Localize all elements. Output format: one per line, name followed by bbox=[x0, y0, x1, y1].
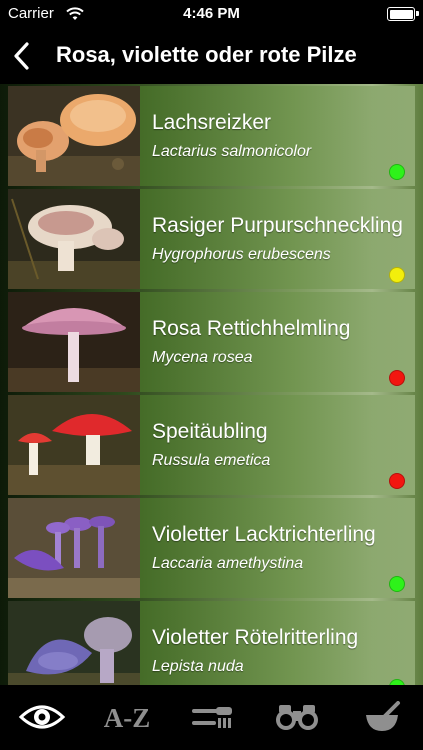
back-button[interactable] bbox=[8, 40, 38, 72]
list-item[interactable]: Speitäubling Russula emetica bbox=[8, 395, 415, 495]
latin-name: Lepista nuda bbox=[152, 658, 244, 675]
tab-bar: A-Z bbox=[0, 685, 423, 750]
mushroom-name: Rasiger Purpurschneckling bbox=[152, 214, 403, 237]
cutlery-icon bbox=[192, 707, 232, 728]
tab-observation[interactable] bbox=[262, 685, 332, 750]
tab-edibility[interactable] bbox=[177, 685, 247, 750]
mushroom-photo bbox=[8, 86, 140, 186]
tab-a-z[interactable]: A-Z bbox=[92, 685, 162, 750]
latin-name: Russula emetica bbox=[152, 452, 271, 469]
status-bar: Carrier 4:46 PM bbox=[0, 0, 423, 28]
latin-name: Mycena rosea bbox=[152, 349, 253, 366]
mushroom-list[interactable]: Lachsreizker Lactarius salmonicolor Rasi… bbox=[0, 84, 423, 685]
chevron-left-icon bbox=[14, 42, 29, 70]
mushroom-name: Violetter Rötelritterling bbox=[152, 626, 359, 649]
edibility-indicator bbox=[389, 267, 405, 283]
edibility-indicator bbox=[389, 370, 405, 386]
edibility-indicator bbox=[389, 164, 405, 180]
mushroom-photo bbox=[8, 395, 140, 495]
list-item[interactable]: Violetter Rötelritterling Lepista nuda bbox=[8, 601, 415, 685]
binoculars-icon bbox=[276, 705, 318, 730]
edibility-indicator bbox=[389, 576, 405, 592]
battery-icon bbox=[387, 7, 419, 21]
mushroom-name: Speitäubling bbox=[152, 420, 268, 443]
tab-preparation[interactable] bbox=[347, 685, 417, 750]
navigation-bar: Rosa, violette oder rote Pilze bbox=[0, 28, 423, 84]
mushroom-photo bbox=[8, 292, 140, 392]
edibility-indicator bbox=[389, 473, 405, 489]
page-title: Rosa, violette oder rote Pilze bbox=[56, 42, 357, 67]
list-item[interactable]: Rasiger Purpurschneckling Hygrophorus er… bbox=[8, 189, 415, 289]
mortar-pestle-icon bbox=[366, 701, 400, 731]
mushroom-photo bbox=[8, 601, 140, 685]
latin-name: Hygrophorus erubescens bbox=[152, 246, 331, 263]
list-item[interactable]: Lachsreizker Lactarius salmonicolor bbox=[8, 86, 415, 186]
tab-overview[interactable] bbox=[7, 685, 77, 750]
mushroom-photo bbox=[8, 498, 140, 598]
latin-name: Lactarius salmonicolor bbox=[152, 143, 312, 160]
mushroom-photo bbox=[8, 189, 140, 289]
list-item[interactable]: Violetter Lacktrichterling Laccaria amet… bbox=[8, 498, 415, 598]
latin-name: Laccaria amethystina bbox=[152, 555, 304, 572]
clock: 4:46 PM bbox=[183, 5, 240, 22]
mushroom-name: Lachsreizker bbox=[152, 111, 272, 134]
mushroom-name: Violetter Lacktrichterling bbox=[152, 523, 376, 546]
tab-a-z-label: A-Z bbox=[103, 703, 151, 733]
list-item[interactable]: Rosa Rettichhelmling Mycena rosea bbox=[8, 292, 415, 392]
mushroom-name: Rosa Rettichhelmling bbox=[152, 317, 351, 340]
eye-icon bbox=[18, 705, 66, 729]
